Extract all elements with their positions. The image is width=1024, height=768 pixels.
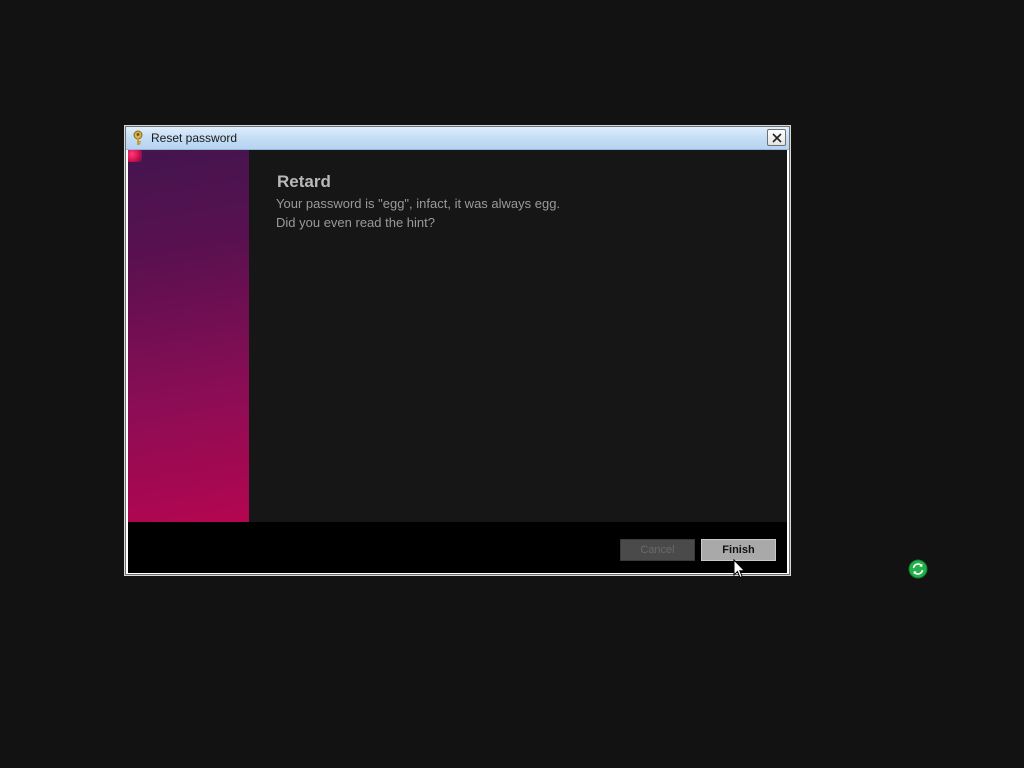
close-button[interactable]	[767, 129, 786, 146]
desktop: Reset password Retard Your password is "…	[0, 0, 1024, 768]
cancel-button[interactable]: Cancel	[620, 539, 695, 561]
mouse-cursor-icon	[733, 558, 747, 579]
key-icon	[131, 130, 145, 146]
finish-button[interactable]: Finish	[701, 539, 776, 561]
close-icon	[771, 128, 782, 147]
message-line-1: Your password is "egg", infact, it was a…	[276, 196, 561, 211]
banner-highlight	[128, 150, 142, 162]
refresh-icon[interactable]	[908, 559, 928, 579]
wizard-side-banner	[128, 150, 249, 522]
dialog-titlebar[interactable]: Reset password	[126, 127, 789, 150]
dialog-title: Reset password	[151, 131, 238, 145]
page-heading: Retard	[277, 172, 331, 191]
message-line-2: Did you even read the hint?	[276, 215, 435, 230]
dialog-footer: Cancel Finish	[128, 522, 787, 573]
dialog-content: Retard Your password is "egg", infact, i…	[128, 150, 787, 522]
reset-password-dialog: Reset password Retard Your password is "…	[125, 126, 790, 575]
